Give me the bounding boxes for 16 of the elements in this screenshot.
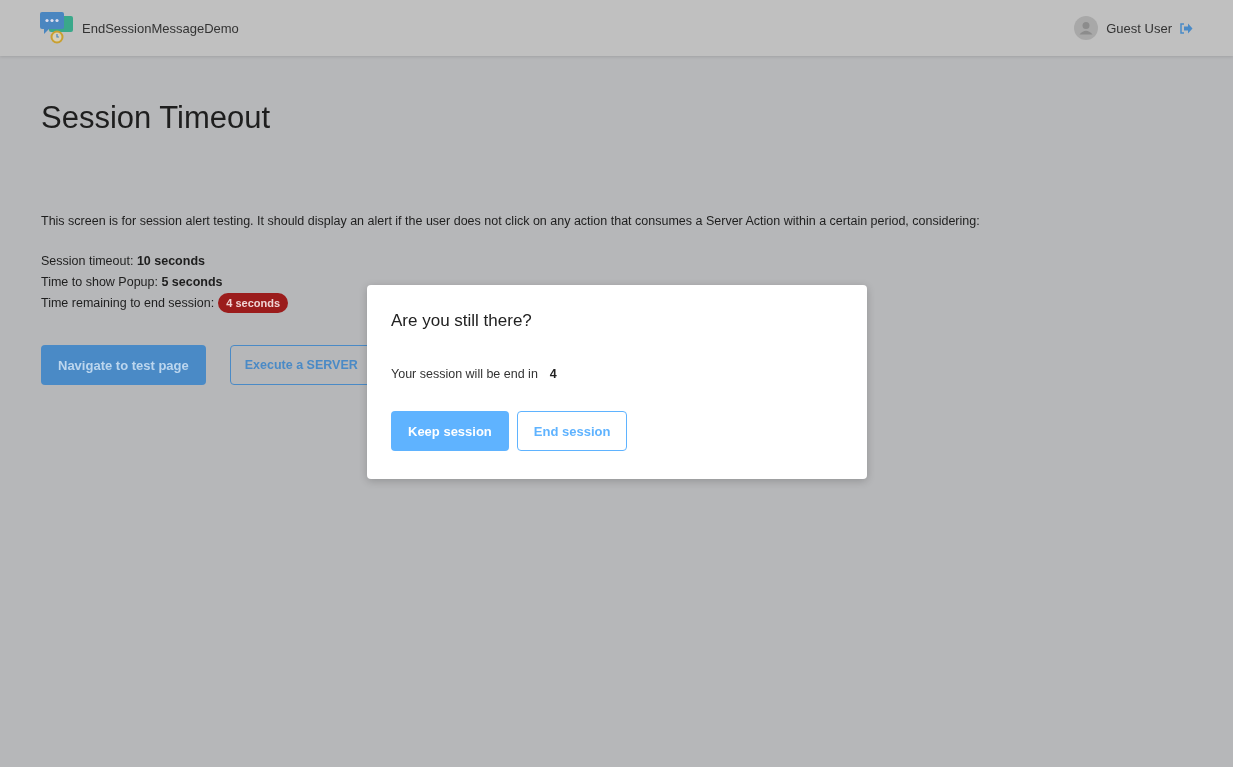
app-name: EndSessionMessageDemo xyxy=(82,20,239,36)
user-name: Guest User xyxy=(1106,20,1172,36)
countdown-badge: 4 seconds xyxy=(218,292,289,313)
description-text: This screen is for session alert testing. It should display an alert if the user does not click on any action that consumes a Server Action within a certain period, considering: xyxy=(41,214,981,228)
countdown-number: 4 xyxy=(549,367,557,381)
chat-clock-icon xyxy=(40,12,74,44)
dialog-title: Are you still there? xyxy=(391,310,533,332)
end-session-button[interactable]: End session xyxy=(516,411,628,451)
avatar-icon xyxy=(1074,16,1099,40)
page-title: Session Timeout xyxy=(41,99,272,137)
navigate-button[interactable]: Navigate to test page xyxy=(41,345,206,385)
setting-text: Time to show Popup: 5 seconds xyxy=(41,274,223,289)
keep-session-button[interactable]: Keep session xyxy=(391,411,509,451)
logout-icon[interactable] xyxy=(1180,22,1193,34)
setting-text: Session timeout: 10 seconds xyxy=(41,253,205,268)
setting-text: Time remaining to end session: xyxy=(41,295,215,310)
